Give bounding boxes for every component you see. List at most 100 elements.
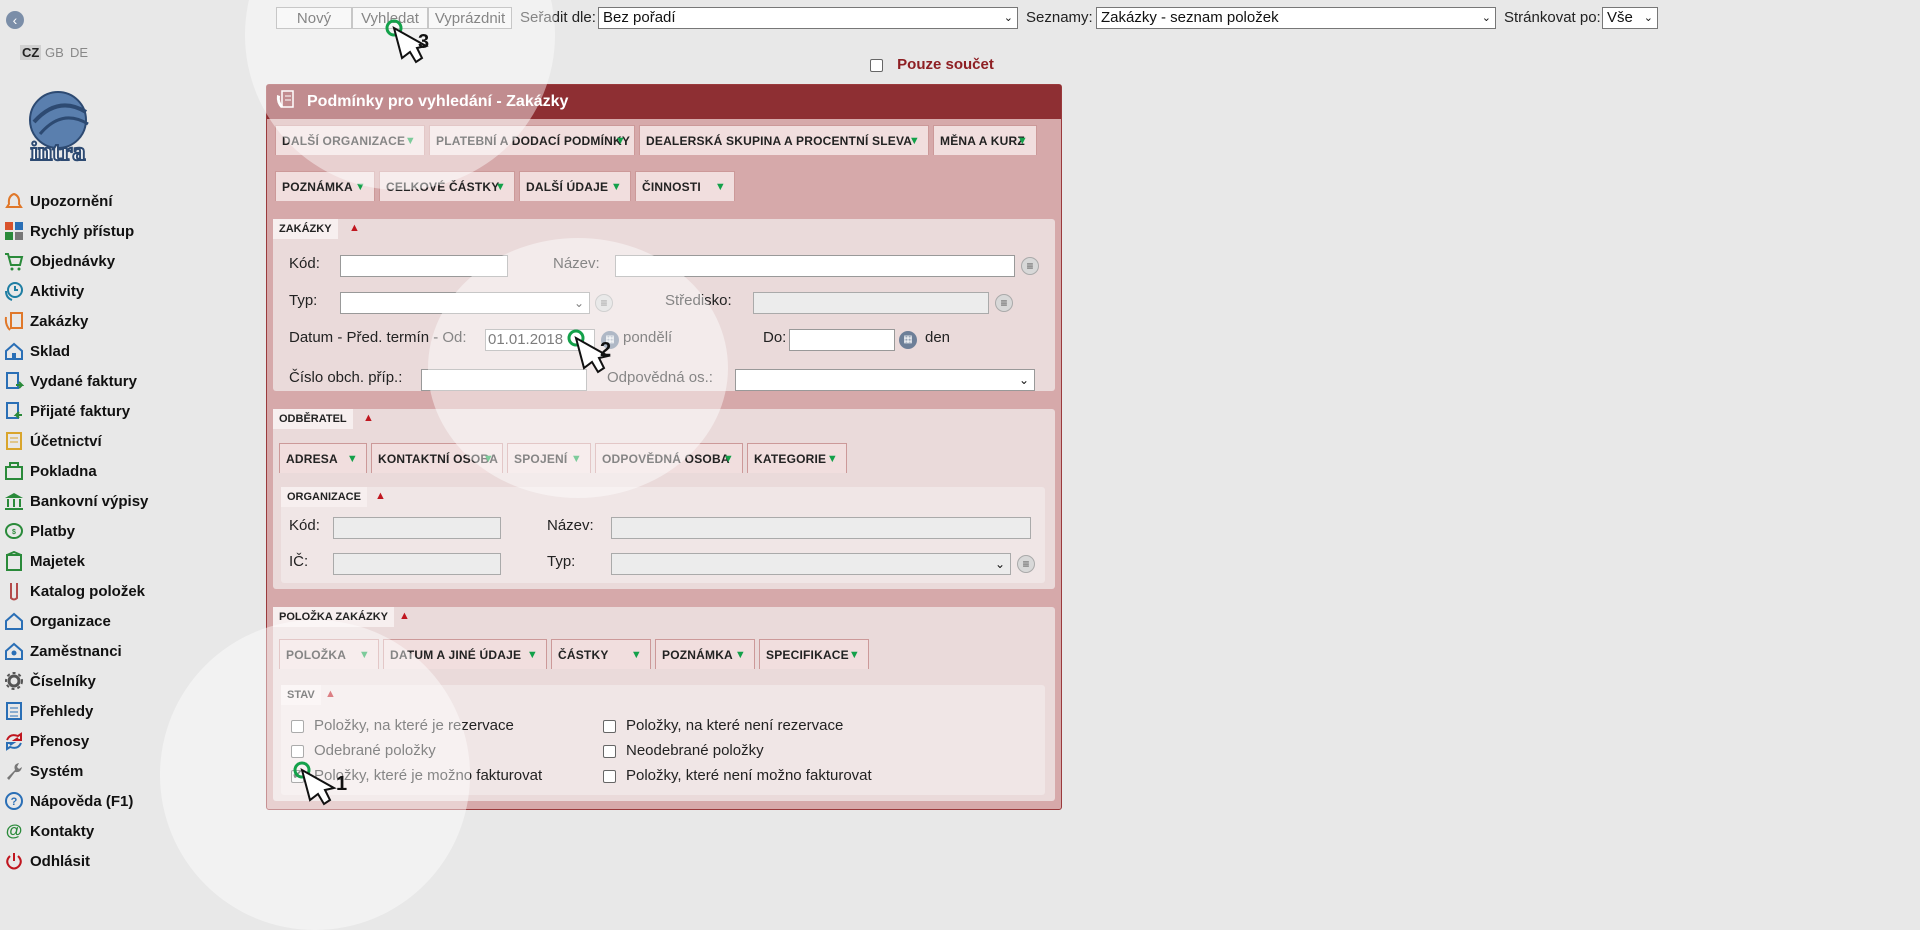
datum-from-input[interactable]: 01.01.2018 bbox=[485, 329, 595, 351]
tab-dalsi-organizace[interactable]: DALŠÍ ORGANIZACE ▼ bbox=[275, 125, 425, 155]
stav-option[interactable]: Položky, které je možno fakturovat bbox=[291, 767, 542, 784]
typ-select[interactable]: ⌄ bbox=[340, 292, 590, 314]
sidebar-item-label: Platby bbox=[30, 522, 76, 540]
section-title[interactable]: ODBĚRATEL bbox=[273, 409, 353, 429]
sidebar-item-label: Rychlý přístup bbox=[30, 222, 135, 240]
section-title[interactable]: ORGANIZACE bbox=[281, 487, 367, 507]
collapse-arrow-icon[interactable]: ▲ bbox=[399, 610, 410, 622]
back-arrow-icon[interactable]: ‹ bbox=[6, 11, 24, 29]
sidebar-item-odhlásit[interactable]: Odhlásit bbox=[4, 848, 264, 874]
datum-to-input[interactable] bbox=[789, 329, 895, 351]
org-typ-select[interactable]: ⌄ bbox=[611, 553, 1011, 575]
list-icon[interactable]: ≡ bbox=[995, 294, 1013, 312]
collapse-arrow-icon[interactable]: ▲ bbox=[363, 412, 374, 424]
section-title[interactable]: POLOŽKA ZAKÁZKY bbox=[273, 607, 394, 627]
tab-castky[interactable]: ČÁSTKY ▼ bbox=[551, 639, 651, 669]
sidebar-item-upozornění[interactable]: Upozornění bbox=[4, 188, 264, 214]
nazev-input[interactable] bbox=[615, 255, 1015, 277]
dropdown-arrow-icon: ▼ bbox=[630, 649, 642, 661]
stav-checkbox[interactable] bbox=[291, 719, 304, 733]
stav-option[interactable]: Neodebrané položky bbox=[603, 742, 764, 759]
sidebar-item-nápověda-f1[interactable]: ? Nápověda (F1) bbox=[4, 788, 264, 814]
sidebar-item-zakázky[interactable]: Zakázky bbox=[4, 308, 264, 334]
sidebar-item-přehledy[interactable]: Přehledy bbox=[4, 698, 264, 724]
collapse-arrow-icon[interactable]: ▲ bbox=[375, 490, 386, 502]
tab-cinnosti[interactable]: ČINNOSTI ▼ bbox=[635, 171, 735, 201]
language-cz[interactable]: CZ bbox=[20, 45, 42, 60]
collapse-arrow-icon[interactable]: ▲ bbox=[349, 222, 360, 234]
dropdown-arrow-icon: ▼ bbox=[346, 453, 358, 465]
tab-polozka[interactable]: POLOŽKA ▼ bbox=[279, 639, 379, 669]
section-title[interactable]: ZAKÁZKY bbox=[273, 219, 338, 239]
sort-select[interactable]: Bez pořadí ⌄ bbox=[598, 7, 1018, 29]
sidebar-item-kontakty[interactable]: @ Kontakty bbox=[4, 818, 264, 844]
stav-checkbox[interactable] bbox=[603, 769, 616, 783]
sidebar-item-katalog-položek[interactable]: Katalog položek bbox=[4, 578, 264, 604]
lists-select[interactable]: Zakázky - seznam položek ⌄ bbox=[1096, 7, 1496, 29]
sidebar-item-bankovní-výpisy[interactable]: Bankovní výpisy bbox=[4, 488, 264, 514]
stav-option[interactable]: Položky, na které není rezervace bbox=[603, 717, 843, 734]
dropdown-arrow-icon: ▼ bbox=[354, 181, 366, 193]
language-de[interactable]: DE bbox=[70, 45, 88, 60]
tab-dealerska-skupina[interactable]: DEALERSKÁ SKUPINA A PROCENTNÍ SLEVA ▼ bbox=[639, 125, 929, 155]
sidebar-item-sklad[interactable]: Sklad bbox=[4, 338, 264, 364]
stav-checkbox[interactable] bbox=[291, 767, 304, 783]
tab-odpovedna-osoba[interactable]: ODPOVĚDNÁ OSOBA ▼ bbox=[595, 443, 743, 473]
paging-select[interactable]: Vše ⌄ bbox=[1602, 7, 1658, 29]
tab-specifikace[interactable]: SPECIFIKACE ▼ bbox=[759, 639, 869, 669]
sidebar-item-systém[interactable]: Systém bbox=[4, 758, 264, 784]
odpovedna-select[interactable]: ⌄ bbox=[735, 369, 1035, 391]
list-icon[interactable]: ≡ bbox=[1017, 555, 1035, 573]
calendar-icon[interactable]: ▦ bbox=[899, 331, 917, 349]
sidebar-item-pokladna[interactable]: Pokladna bbox=[4, 458, 264, 484]
tab-poznamka[interactable]: POZNÁMKA ▼ bbox=[275, 171, 375, 201]
sidebar-item-vydané-faktury[interactable]: Vydané faktury bbox=[4, 368, 264, 394]
tab-dalsi-udaje[interactable]: DALŠÍ ÚDAJE ▼ bbox=[519, 171, 631, 201]
org-kod-input[interactable] bbox=[333, 517, 501, 539]
org-ic-input[interactable] bbox=[333, 553, 501, 575]
stav-option[interactable]: Položky, které není možno fakturovat bbox=[603, 767, 872, 784]
sidebar-item-majetek[interactable]: Majetek bbox=[4, 548, 264, 574]
section-title[interactable]: STAV bbox=[281, 685, 321, 705]
list-icon[interactable]: ≡ bbox=[595, 294, 613, 312]
sidebar-item-zaměstnanci[interactable]: Zaměstnanci bbox=[4, 638, 264, 664]
sidebar-item-přenosy[interactable]: Přenosy bbox=[4, 728, 264, 754]
phone-list-icon bbox=[4, 311, 24, 331]
cislo-input[interactable] bbox=[421, 369, 587, 391]
sidebar-item-účetnictví[interactable]: Účetnictví bbox=[4, 428, 264, 454]
collapse-arrow-icon[interactable]: ▲ bbox=[325, 688, 336, 700]
kod-input[interactable] bbox=[340, 255, 508, 277]
tab-datum-jine-udaje[interactable]: DATUM A JINÉ ÚDAJE ▼ bbox=[383, 639, 547, 669]
sidebar-item-rychlý-přístup[interactable]: Rychlý přístup bbox=[4, 218, 264, 244]
stav-option[interactable]: Odebrané položky bbox=[291, 742, 436, 759]
language-gb[interactable]: GB bbox=[45, 45, 64, 60]
stredisko-input[interactable] bbox=[753, 292, 989, 314]
sidebar-item-organizace[interactable]: Organizace bbox=[4, 608, 264, 634]
stav-checkbox[interactable] bbox=[603, 744, 616, 758]
tab-spojeni[interactable]: SPOJENÍ ▼ bbox=[507, 443, 591, 473]
tab-poznamka-polozky[interactable]: POZNÁMKA ▼ bbox=[655, 639, 755, 669]
sidebar-item-číselníky[interactable]: Číselníky bbox=[4, 668, 264, 694]
tab-kontaktni-osoba[interactable]: KONTAKTNÍ OSOBA ▼ bbox=[371, 443, 503, 473]
sidebar-item-přijaté-faktury[interactable]: Přijaté faktury bbox=[4, 398, 264, 424]
sidebar-item-objednávky[interactable]: Objednávky bbox=[4, 248, 264, 274]
list-icon[interactable]: ≡ bbox=[1021, 257, 1039, 275]
calendar-icon[interactable]: ▦ bbox=[601, 331, 619, 349]
sidebar-item-platby[interactable]: $ Platby bbox=[4, 518, 264, 544]
tab-kategorie[interactable]: KATEGORIE ▼ bbox=[747, 443, 847, 473]
tab-celkove-castky[interactable]: CELKOVÉ ČÁSTKY ▼ bbox=[379, 171, 515, 201]
search-button[interactable]: Vyhledat bbox=[352, 7, 428, 29]
stav-checkbox[interactable] bbox=[603, 719, 616, 733]
new-button[interactable]: Nový bbox=[276, 7, 352, 29]
tab-platebni-podminky[interactable]: PLATEBNÍ A DODACÍ PODMÍNKY ▼ bbox=[429, 125, 635, 155]
tab-adresa[interactable]: ADRESA ▼ bbox=[279, 443, 367, 473]
tab-mena-kurz[interactable]: MĚNA A KURZ ▼ bbox=[933, 125, 1037, 155]
sum-only-checkbox[interactable] bbox=[870, 58, 883, 72]
clear-button[interactable]: Vyprázdnit bbox=[428, 7, 512, 29]
sidebar-item-aktivity[interactable]: Aktivity bbox=[4, 278, 264, 304]
sum-only-toggle[interactable]: Pouze součet bbox=[870, 56, 994, 73]
org-nazev-input[interactable] bbox=[611, 517, 1031, 539]
clock-phone-icon bbox=[4, 281, 24, 301]
stav-option[interactable]: Položky, na které je rezervace bbox=[291, 717, 514, 734]
stav-checkbox[interactable] bbox=[291, 744, 304, 758]
